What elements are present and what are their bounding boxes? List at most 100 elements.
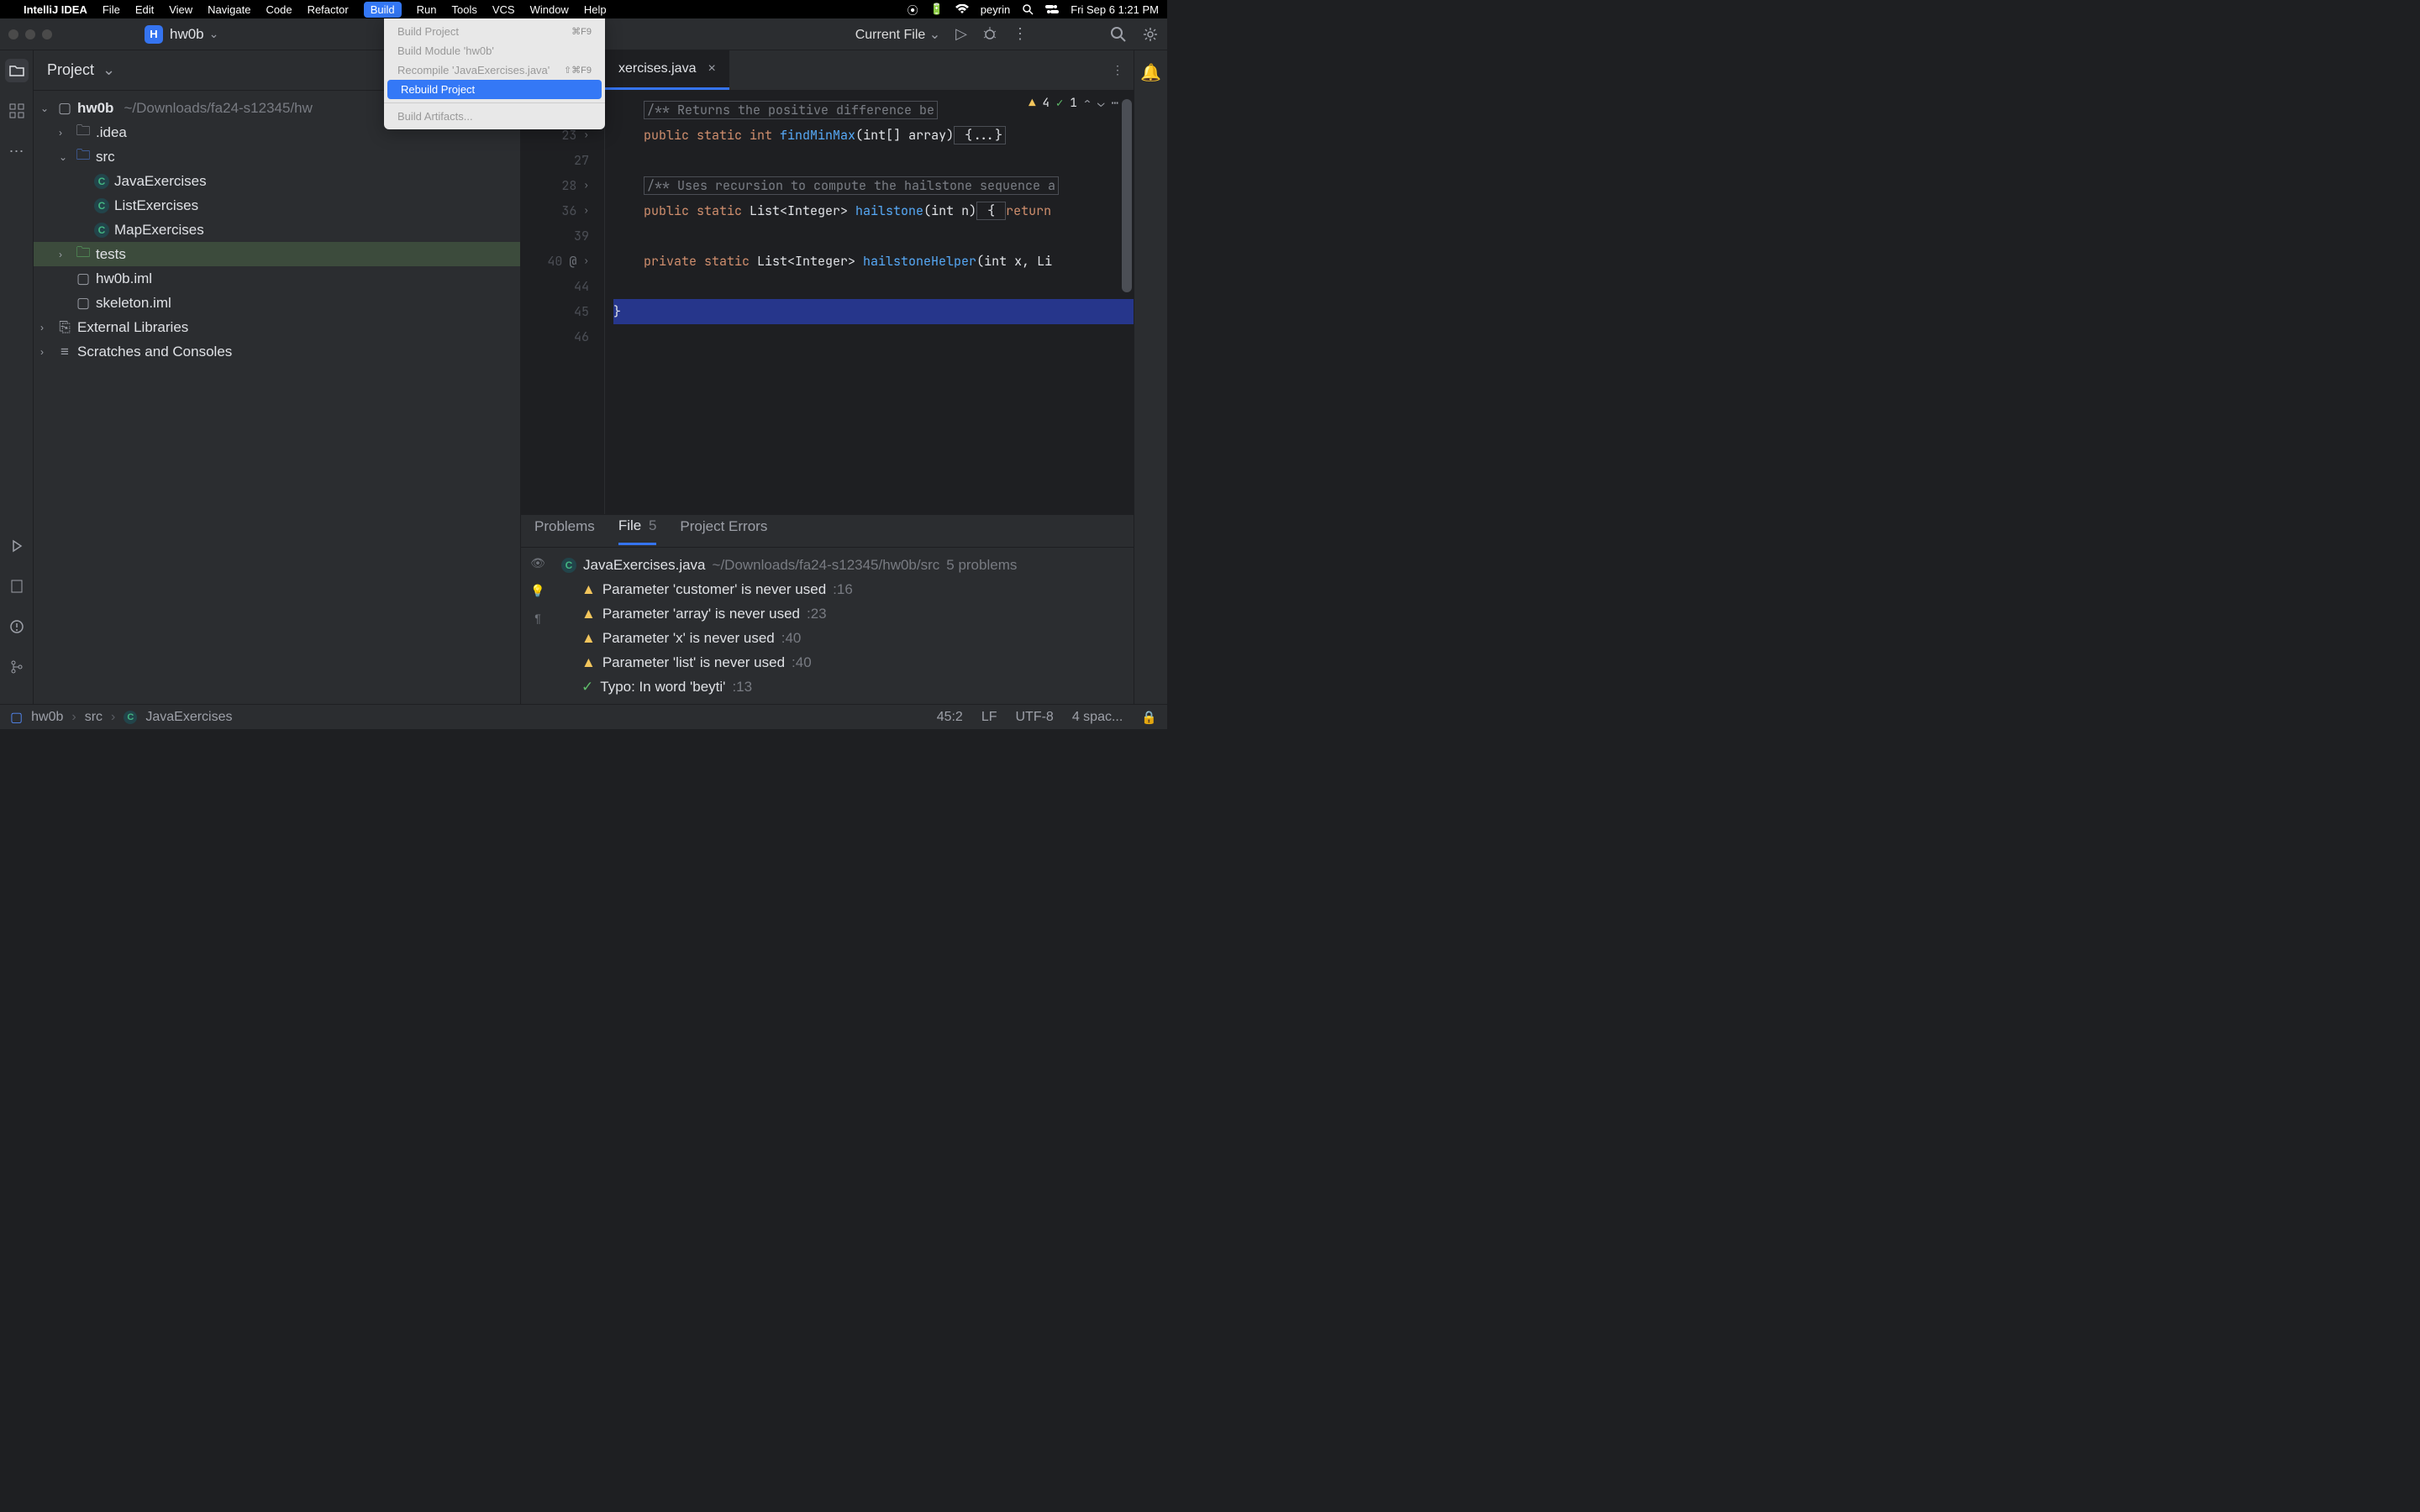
- tree-src-folder[interactable]: ⌄ 🗀 src: [34, 144, 520, 169]
- collapse-arrow-icon[interactable]: ›: [40, 346, 52, 358]
- next-highlight-icon[interactable]: ⌄: [1097, 96, 1104, 111]
- spotlight-icon[interactable]: [1022, 3, 1034, 15]
- chevron-down-icon[interactable]: ⌄: [103, 61, 115, 79]
- more-actions-icon[interactable]: ⋮: [1013, 25, 1028, 43]
- tab-file[interactable]: File 5: [618, 517, 657, 545]
- menu-build-artifacts[interactable]: Build Artifacts...: [384, 107, 605, 126]
- line-ending[interactable]: LF: [981, 710, 997, 725]
- tree-scratches[interactable]: › ≡ Scratches and Consoles: [34, 339, 520, 364]
- problem-item[interactable]: ▲ Parameter 'x' is never used :40: [555, 626, 1134, 650]
- inspection-bar[interactable]: ▲ 4 ✓ 1 ⌃ ⌄ ⋯: [1028, 96, 1118, 111]
- notifications-icon[interactable]: 🔔: [1140, 62, 1161, 83]
- paragraph-icon[interactable]: ¶: [534, 612, 541, 625]
- bulb-icon[interactable]: 💡: [530, 584, 544, 598]
- run-tool-button[interactable]: [5, 534, 29, 558]
- debug-icon[interactable]: [982, 27, 997, 42]
- run-icon[interactable]: ▷: [955, 25, 967, 43]
- search-icon[interactable]: [1110, 26, 1127, 43]
- tab-more-icon[interactable]: ⋮: [1112, 63, 1123, 77]
- editor-gutter[interactable]: 23› 27 28› 36› 39 40@› 44 45 46: [521, 91, 605, 514]
- menu-rebuild-project[interactable]: Rebuild Project: [387, 80, 602, 99]
- close-window-icon[interactable]: [8, 29, 18, 39]
- screen-record-icon[interactable]: ⦿: [908, 2, 918, 18]
- breadcrumb-module[interactable]: hw0b: [31, 710, 63, 725]
- menu-refactor[interactable]: Refactor: [308, 3, 349, 16]
- problems-file-header[interactable]: C JavaExercises.java ~/Downloads/fa24-s1…: [555, 553, 1134, 577]
- menu-file[interactable]: File: [103, 3, 120, 16]
- tree-class-listexercises[interactable]: C ListExercises: [34, 193, 520, 218]
- menu-edit[interactable]: Edit: [135, 3, 154, 16]
- chevron-down-icon[interactable]: ⌄: [209, 27, 219, 41]
- window-controls[interactable]: [8, 29, 52, 39]
- settings-icon[interactable]: [1142, 26, 1159, 43]
- tab-problems[interactable]: Problems: [534, 518, 595, 543]
- tab-project-errors[interactable]: Project Errors: [680, 518, 767, 543]
- override-icon[interactable]: @: [569, 249, 576, 274]
- project-tool-button[interactable]: [5, 59, 29, 82]
- menu-navigate[interactable]: Navigate: [208, 3, 250, 16]
- eye-icon[interactable]: 👁: [530, 556, 545, 570]
- menu-code[interactable]: Code: [266, 3, 292, 16]
- breadcrumb-src[interactable]: src: [85, 710, 103, 725]
- editor-scrollbar[interactable]: [1122, 99, 1132, 292]
- more-tools-icon[interactable]: ⋯: [5, 139, 29, 163]
- maximize-window-icon[interactable]: [42, 29, 52, 39]
- tree-class-mapexercises[interactable]: C MapExercises: [34, 218, 520, 242]
- cursor-position[interactable]: 45:2: [937, 710, 963, 725]
- menu-window[interactable]: Window: [530, 3, 569, 16]
- menubar-app[interactable]: IntelliJ IDEA: [24, 3, 87, 16]
- minimize-window-icon[interactable]: [25, 29, 35, 39]
- ok-check-icon[interactable]: ✓: [1056, 96, 1063, 111]
- collapse-arrow-icon[interactable]: ›: [40, 322, 52, 333]
- vcs-tool-button[interactable]: [5, 655, 29, 679]
- menu-view[interactable]: View: [169, 3, 192, 16]
- menu-tools[interactable]: Tools: [451, 3, 476, 16]
- code-editor[interactable]: ▲ 4 ✓ 1 ⌃ ⌄ ⋯ 23› 27 28› 36› 39 40@› 44 …: [521, 91, 1134, 514]
- inspection-more-icon[interactable]: ⋯: [1112, 96, 1118, 111]
- menu-help[interactable]: Help: [584, 3, 607, 16]
- battery-icon[interactable]: 🔋: [930, 3, 944, 16]
- collapse-arrow-icon[interactable]: ›: [59, 127, 71, 139]
- fold-icon[interactable]: ›: [583, 198, 589, 223]
- menu-build-module[interactable]: Build Module 'hw0b': [384, 41, 605, 60]
- tree-file-skeleton-iml[interactable]: ▢ skeleton.iml: [34, 291, 520, 315]
- indent-settings[interactable]: 4 spac...: [1072, 710, 1123, 725]
- code-area[interactable]: /** Returns the positive difference be p…: [605, 91, 1134, 514]
- expand-arrow-icon[interactable]: ⌄: [59, 151, 71, 163]
- menu-recompile[interactable]: Recompile 'JavaExercises.java' ⇧⌘F9: [384, 60, 605, 80]
- menu-vcs[interactable]: VCS: [492, 3, 515, 16]
- collapse-arrow-icon[interactable]: ›: [59, 249, 71, 260]
- expand-arrow-icon[interactable]: ⌄: [40, 102, 52, 114]
- structure-tool-button[interactable]: [5, 99, 29, 123]
- bookmarks-tool-button[interactable]: [5, 575, 29, 598]
- tree-file-hw0b-iml[interactable]: ▢ hw0b.iml: [34, 266, 520, 291]
- tree-tests-folder[interactable]: › 🗀 tests: [34, 242, 520, 266]
- breadcrumb-file[interactable]: JavaExercises: [145, 710, 232, 725]
- fold-icon[interactable]: ›: [583, 173, 589, 198]
- close-tab-icon[interactable]: ×: [708, 61, 715, 76]
- menu-run[interactable]: Run: [417, 3, 437, 16]
- menubar-user[interactable]: peyrin: [981, 3, 1010, 16]
- problem-item[interactable]: ✓ Typo: In word 'beyti' :13: [555, 675, 1134, 699]
- menu-build-project[interactable]: Build Project ⌘F9: [384, 22, 605, 41]
- readonly-lock-icon[interactable]: 🔒: [1141, 710, 1157, 725]
- tree-external-libraries[interactable]: › ⎘ External Libraries: [34, 315, 520, 339]
- wifi-icon[interactable]: [955, 4, 969, 14]
- file-encoding[interactable]: UTF-8: [1016, 710, 1054, 725]
- problem-item[interactable]: ▲ Parameter 'array' is never used :23: [555, 601, 1134, 626]
- control-center-icon[interactable]: [1045, 4, 1059, 14]
- menubar-datetime[interactable]: Fri Sep 6 1:21 PM: [1071, 3, 1159, 16]
- warning-icon[interactable]: ▲: [1028, 96, 1035, 111]
- editor-tab-active[interactable]: xercises.java ×: [605, 50, 729, 90]
- problems-tool-button[interactable]: [5, 615, 29, 638]
- project-name[interactable]: hw0b: [170, 26, 204, 43]
- fold-icon[interactable]: ›: [583, 249, 589, 274]
- menu-build[interactable]: Build: [364, 2, 402, 18]
- tree-class-javaexercises[interactable]: C JavaExercises: [34, 169, 520, 193]
- run-config-selector[interactable]: Current File ⌄: [855, 26, 940, 43]
- problems-list[interactable]: C JavaExercises.java ~/Downloads/fa24-s1…: [555, 548, 1134, 704]
- prev-highlight-icon[interactable]: ⌃: [1084, 96, 1091, 111]
- problem-item[interactable]: ▲ Parameter 'list' is never used :40: [555, 650, 1134, 675]
- project-tree[interactable]: ⌄ ▢ hw0b ~/Downloads/fa24-s12345/hw › 🗀 …: [34, 91, 520, 704]
- problem-item[interactable]: ▲ Parameter 'customer' is never used :16: [555, 577, 1134, 601]
